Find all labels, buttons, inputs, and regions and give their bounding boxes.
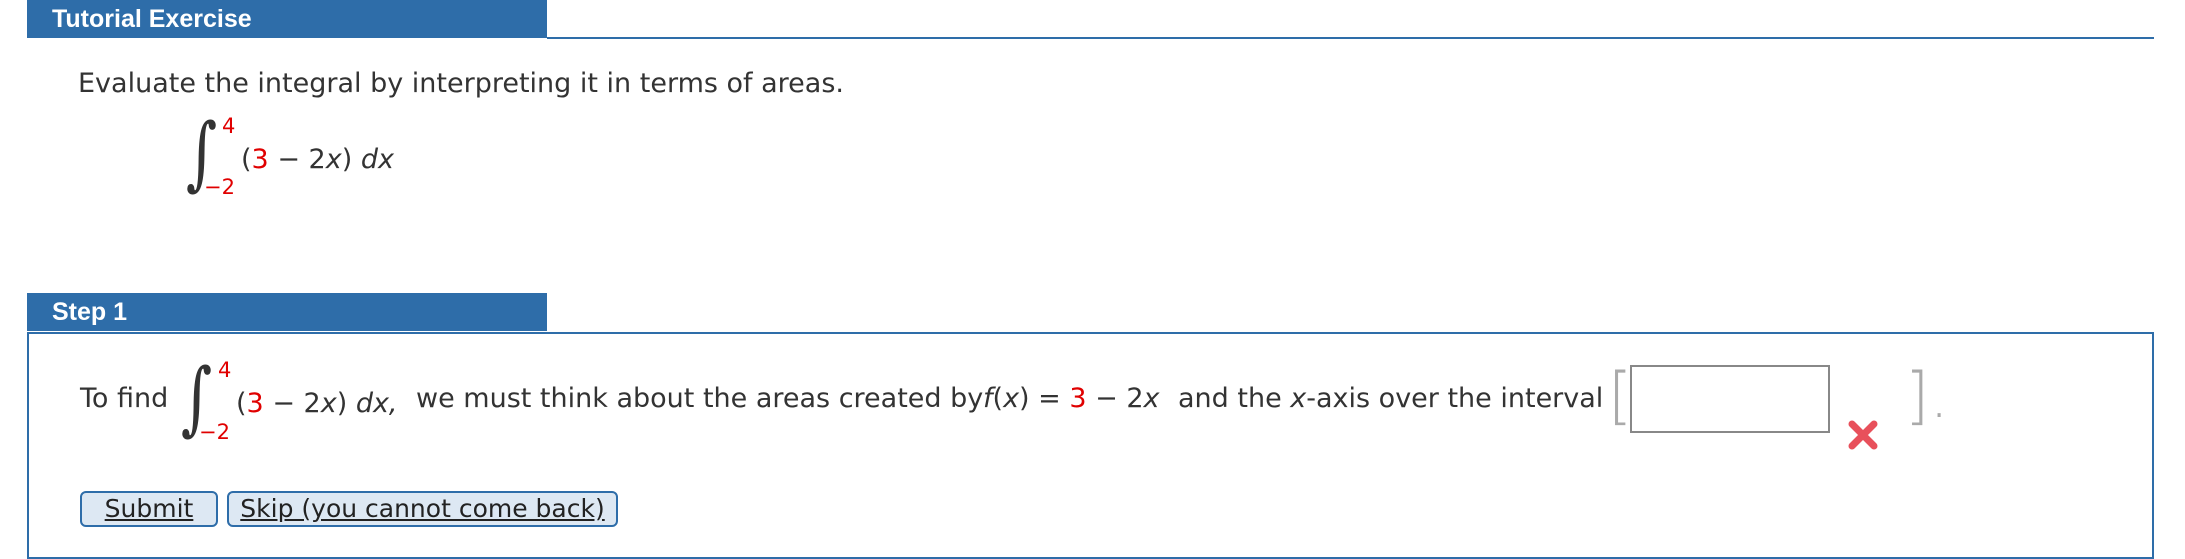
integrand: (3 − 2x) dx [241,144,394,175]
submit-button[interactable]: Submit [80,491,218,527]
interval-sentence-text: and the x-axis over the interval [1178,383,1604,414]
integrand-constant: 3 [251,144,269,175]
skip-button[interactable]: Skip (you cannot come back) [227,491,618,527]
tutorial-exercise-header: Tutorial Exercise [27,0,547,38]
function-expression: f(x) = 3 − 2x [983,383,1160,414]
tutorial-header-rule [547,37,2154,39]
integral-upper-limit: 4 [222,114,236,138]
integral-lower-limit: −2 [199,420,230,444]
areas-sentence-text: we must think about the areas created by [416,383,984,414]
interval-open-bracket: [ [1608,359,1633,432]
function-constant: 3 [1069,383,1087,414]
integrand: (3 − 2x) dx, [236,388,398,419]
integral-upper-limit: 4 [218,358,232,382]
integral-lower-limit: −2 [204,175,235,199]
interval-close-bracket: ]. [1905,359,1949,432]
interval-answer-input[interactable] [1630,365,1830,433]
integrand-constant: 3 [246,388,264,419]
step-1-header: Step 1 [27,293,547,331]
to-find-text: To find [80,383,169,414]
instruction-text: Evaluate the integral by interpreting it… [78,68,844,99]
incorrect-x-icon [1848,420,1878,450]
